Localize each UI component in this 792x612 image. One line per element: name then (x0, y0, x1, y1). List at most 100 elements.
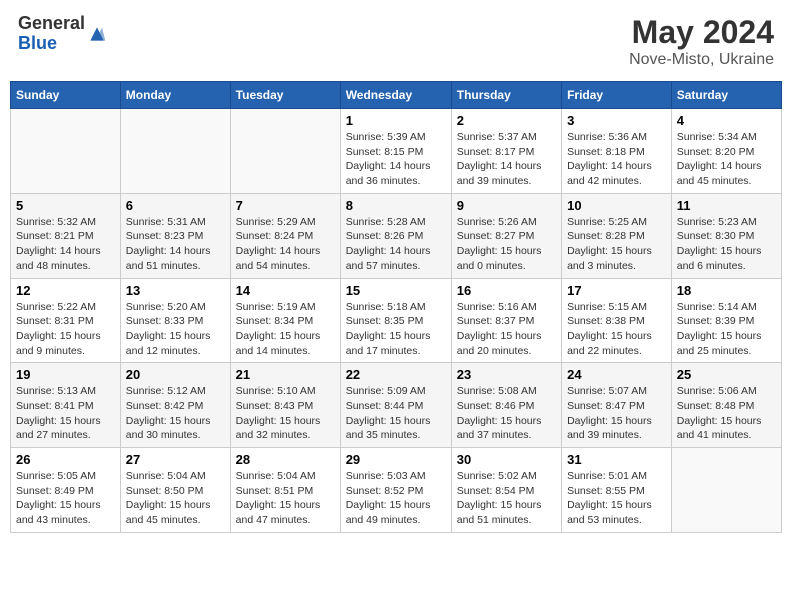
logo-general-text: General (18, 14, 85, 34)
calendar-day-cell: 14 Sunrise: 5:19 AMSunset: 8:34 PMDayligh… (230, 278, 340, 363)
day-number: 25 (677, 367, 776, 382)
day-number: 23 (457, 367, 556, 382)
day-info: Sunrise: 5:26 AMSunset: 8:27 PMDaylight:… (457, 215, 556, 274)
day-number: 14 (236, 283, 335, 298)
day-info: Sunrise: 5:04 AMSunset: 8:50 PMDaylight:… (126, 469, 225, 528)
weekday-header-saturday: Saturday (671, 82, 781, 109)
weekday-header-wednesday: Wednesday (340, 82, 451, 109)
day-info: Sunrise: 5:05 AMSunset: 8:49 PMDaylight:… (16, 469, 115, 528)
calendar-day-cell: 29 Sunrise: 5:03 AMSunset: 8:52 PMDayligh… (340, 448, 451, 533)
day-info: Sunrise: 5:07 AMSunset: 8:47 PMDaylight:… (567, 384, 666, 443)
weekday-header-friday: Friday (562, 82, 672, 109)
day-info: Sunrise: 5:13 AMSunset: 8:41 PMDaylight:… (16, 384, 115, 443)
calendar-day-cell: 27 Sunrise: 5:04 AMSunset: 8:50 PMDayligh… (120, 448, 230, 533)
day-info: Sunrise: 5:09 AMSunset: 8:44 PMDaylight:… (346, 384, 446, 443)
page-header: General Blue May 2024 Nove-Misto, Ukrain… (10, 10, 782, 73)
title-section: May 2024 Nove-Misto, Ukraine (629, 14, 774, 69)
day-info: Sunrise: 5:15 AMSunset: 8:38 PMDaylight:… (567, 300, 666, 359)
calendar-day-cell: 2 Sunrise: 5:37 AMSunset: 8:17 PMDaylight… (451, 109, 561, 194)
calendar-day-cell: 9Sunrise: 5:26 AMSunset: 8:27 PMDaylight… (451, 193, 561, 278)
calendar-day-cell: 17 Sunrise: 5:15 AMSunset: 8:38 PMDayligh… (562, 278, 672, 363)
day-number: 1 (346, 113, 446, 128)
calendar-day-cell: 5 Sunrise: 5:32 AMSunset: 8:21 PMDaylight… (11, 193, 121, 278)
day-info: Sunrise: 5:08 AMSunset: 8:46 PMDaylight:… (457, 384, 556, 443)
weekday-header-row: SundayMondayTuesdayWednesdayThursdayFrid… (11, 82, 782, 109)
calendar-day-cell: 6Sunrise: 5:31 AMSunset: 8:23 PMDaylight… (120, 193, 230, 278)
day-info: Sunrise: 5:20 AMSunset: 8:33 PMDaylight:… (126, 300, 225, 359)
day-info: Sunrise: 5:25 AMSunset: 8:28 PMDaylight:… (567, 215, 666, 274)
empty-cell (230, 109, 340, 194)
day-number: 5 (16, 198, 115, 213)
calendar-week-row: 1 Sunrise: 5:39 AMSunset: 8:15 PMDaylight… (11, 109, 782, 194)
day-number: 10 (567, 198, 666, 213)
calendar-day-cell: 25 Sunrise: 5:06 AMSunset: 8:48 PMDayligh… (671, 363, 781, 448)
day-info: Sunrise: 5:29 AMSunset: 8:24 PMDaylight:… (236, 215, 335, 274)
logo: General Blue (18, 14, 107, 54)
day-number: 22 (346, 367, 446, 382)
calendar-week-row: 26 Sunrise: 5:05 AMSunset: 8:49 PMDayligh… (11, 448, 782, 533)
day-info: Sunrise: 5:22 AMSunset: 8:31 PMDaylight:… (16, 300, 115, 359)
weekday-header-thursday: Thursday (451, 82, 561, 109)
weekday-header-tuesday: Tuesday (230, 82, 340, 109)
calendar-day-cell: 30 Sunrise: 5:02 AMSunset: 8:54 PMDayligh… (451, 448, 561, 533)
day-info: Sunrise: 5:03 AMSunset: 8:52 PMDaylight:… (346, 469, 446, 528)
calendar-day-cell: 22 Sunrise: 5:09 AMSunset: 8:44 PMDayligh… (340, 363, 451, 448)
day-info: Sunrise: 5:16 AMSunset: 8:37 PMDaylight:… (457, 300, 556, 359)
calendar-day-cell: 16Sunrise: 5:16 AMSunset: 8:37 PMDayligh… (451, 278, 561, 363)
day-number: 11 (677, 198, 776, 213)
day-number: 26 (16, 452, 115, 467)
calendar-day-cell: 24Sunrise: 5:07 AMSunset: 8:47 PMDayligh… (562, 363, 672, 448)
day-info: Sunrise: 5:37 AMSunset: 8:17 PMDaylight:… (457, 130, 556, 189)
day-number: 17 (567, 283, 666, 298)
calendar-day-cell: 4 Sunrise: 5:34 AMSunset: 8:20 PMDaylight… (671, 109, 781, 194)
day-number: 31 (567, 452, 666, 467)
day-number: 27 (126, 452, 225, 467)
day-info: Sunrise: 5:36 AMSunset: 8:18 PMDaylight:… (567, 130, 666, 189)
day-info: Sunrise: 5:10 AMSunset: 8:43 PMDaylight:… (236, 384, 335, 443)
day-number: 29 (346, 452, 446, 467)
calendar-day-cell: 28Sunrise: 5:04 AMSunset: 8:51 PMDayligh… (230, 448, 340, 533)
calendar-week-row: 5 Sunrise: 5:32 AMSunset: 8:21 PMDaylight… (11, 193, 782, 278)
calendar-day-cell: 18Sunrise: 5:14 AMSunset: 8:39 PMDayligh… (671, 278, 781, 363)
day-number: 3 (567, 113, 666, 128)
day-number: 8 (346, 198, 446, 213)
weekday-header-sunday: Sunday (11, 82, 121, 109)
day-info: Sunrise: 5:39 AMSunset: 8:15 PMDaylight:… (346, 130, 446, 189)
day-number: 7 (236, 198, 335, 213)
day-number: 19 (16, 367, 115, 382)
calendar-day-cell: 26 Sunrise: 5:05 AMSunset: 8:49 PMDayligh… (11, 448, 121, 533)
day-number: 30 (457, 452, 556, 467)
calendar-day-cell: 13 Sunrise: 5:20 AMSunset: 8:33 PMDayligh… (120, 278, 230, 363)
calendar-day-cell: 7 Sunrise: 5:29 AMSunset: 8:24 PMDaylight… (230, 193, 340, 278)
day-number: 21 (236, 367, 335, 382)
weekday-header-monday: Monday (120, 82, 230, 109)
day-number: 6 (126, 198, 225, 213)
empty-cell (11, 109, 121, 194)
calendar-day-cell: 15 Sunrise: 5:18 AMSunset: 8:35 PMDayligh… (340, 278, 451, 363)
calendar-day-cell: 10 Sunrise: 5:25 AMSunset: 8:28 PMDayligh… (562, 193, 672, 278)
day-number: 15 (346, 283, 446, 298)
day-info: Sunrise: 5:02 AMSunset: 8:54 PMDaylight:… (457, 469, 556, 528)
calendar-day-cell: 1 Sunrise: 5:39 AMSunset: 8:15 PMDaylight… (340, 109, 451, 194)
calendar-day-cell: 3 Sunrise: 5:36 AMSunset: 8:18 PMDaylight… (562, 109, 672, 194)
day-number: 20 (126, 367, 225, 382)
calendar-day-cell: 11 Sunrise: 5:23 AMSunset: 8:30 PMDayligh… (671, 193, 781, 278)
day-number: 13 (126, 283, 225, 298)
month-title: May 2024 (629, 14, 774, 51)
day-number: 4 (677, 113, 776, 128)
day-info: Sunrise: 5:06 AMSunset: 8:48 PMDaylight:… (677, 384, 776, 443)
day-info: Sunrise: 5:19 AMSunset: 8:34 PMDaylight:… (236, 300, 335, 359)
day-info: Sunrise: 5:34 AMSunset: 8:20 PMDaylight:… (677, 130, 776, 189)
calendar-week-row: 19 Sunrise: 5:13 AMSunset: 8:41 PMDayligh… (11, 363, 782, 448)
calendar-table: SundayMondayTuesdayWednesdayThursdayFrid… (10, 81, 782, 533)
day-info: Sunrise: 5:23 AMSunset: 8:30 PMDaylight:… (677, 215, 776, 274)
calendar-week-row: 12Sunrise: 5:22 AMSunset: 8:31 PMDayligh… (11, 278, 782, 363)
day-number: 2 (457, 113, 556, 128)
day-info: Sunrise: 5:18 AMSunset: 8:35 PMDaylight:… (346, 300, 446, 359)
calendar-day-cell: 19 Sunrise: 5:13 AMSunset: 8:41 PMDayligh… (11, 363, 121, 448)
day-info: Sunrise: 5:12 AMSunset: 8:42 PMDaylight:… (126, 384, 225, 443)
day-info: Sunrise: 5:32 AMSunset: 8:21 PMDaylight:… (16, 215, 115, 274)
day-info: Sunrise: 5:04 AMSunset: 8:51 PMDaylight:… (236, 469, 335, 528)
logo-icon (87, 24, 107, 44)
location: Nove-Misto, Ukraine (629, 51, 774, 69)
